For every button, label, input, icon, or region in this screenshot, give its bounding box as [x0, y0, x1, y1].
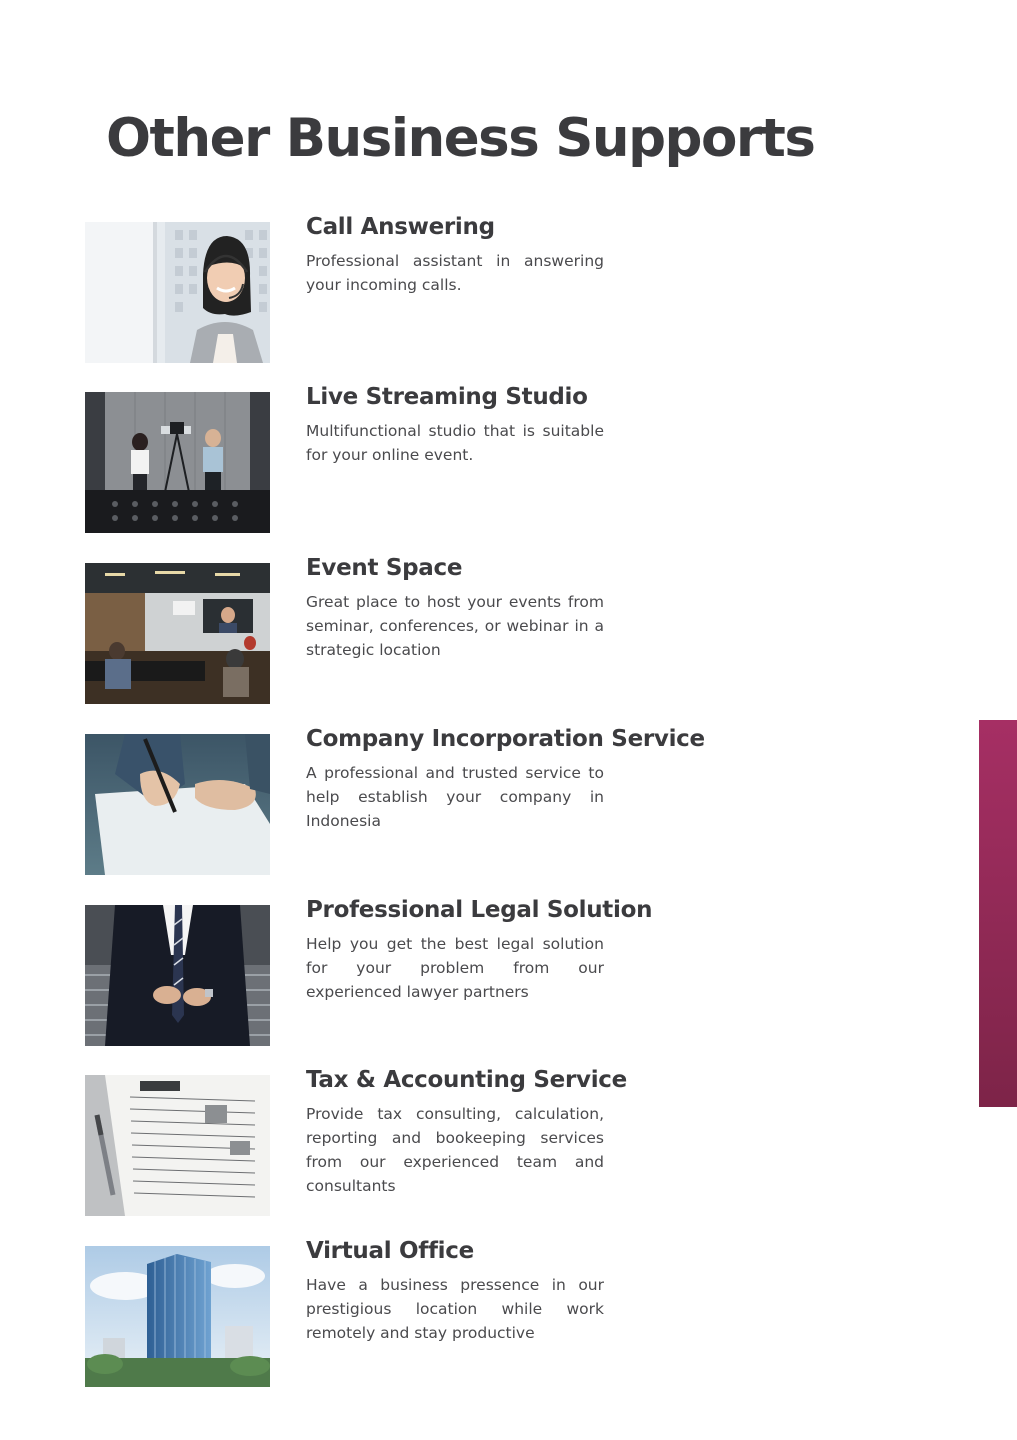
service-title: Professional Legal Solution	[306, 897, 653, 923]
service-title: Tax & Accounting Service	[306, 1067, 627, 1093]
office-tower-photo	[85, 1246, 270, 1387]
service-title: Virtual Office	[306, 1238, 474, 1264]
service-description: Help you get the best legal solution for…	[306, 935, 604, 1001]
tax-forms-photo	[85, 1075, 270, 1216]
businessman-photo	[85, 905, 270, 1046]
service-description: A professional and trusted service to he…	[306, 764, 604, 830]
service-title: Live Streaming Studio	[306, 384, 588, 410]
call-answering-photo	[85, 222, 270, 363]
service-company-incorporation: Company Incorporation Service A professi…	[85, 726, 805, 876]
service-description: Multifunctional studio that is suitable …	[306, 422, 604, 464]
service-description: Provide tax consulting, calculation, rep…	[306, 1105, 604, 1195]
service-description: Have a business pressence in our prestig…	[306, 1276, 604, 1342]
service-event-space: Event Space Great place to host your eve…	[85, 555, 805, 705]
side-accent-bar	[979, 720, 1017, 1107]
page-title: Other Business Supports	[106, 108, 816, 169]
service-professional-legal: Professional Legal Solution Help you get…	[85, 897, 805, 1047]
event-space-photo	[85, 563, 270, 704]
service-call-answering: Call Answering Professional assistant in…	[85, 214, 805, 364]
service-description: Professional assistant in answering your…	[306, 252, 604, 294]
service-virtual-office: Virtual Office Have a business pressence…	[85, 1238, 805, 1388]
service-title: Event Space	[306, 555, 463, 581]
service-description: Great place to host your events from sem…	[306, 593, 604, 659]
service-live-streaming-studio: Live Streaming Studio Multifunctional st…	[85, 384, 805, 534]
service-title: Company Incorporation Service	[306, 726, 705, 752]
service-title: Call Answering	[306, 214, 495, 240]
service-tax-accounting: Tax & Accounting Service Provide tax con…	[85, 1067, 805, 1217]
live-streaming-studio-photo	[85, 392, 270, 533]
contract-signing-photo	[85, 734, 270, 875]
